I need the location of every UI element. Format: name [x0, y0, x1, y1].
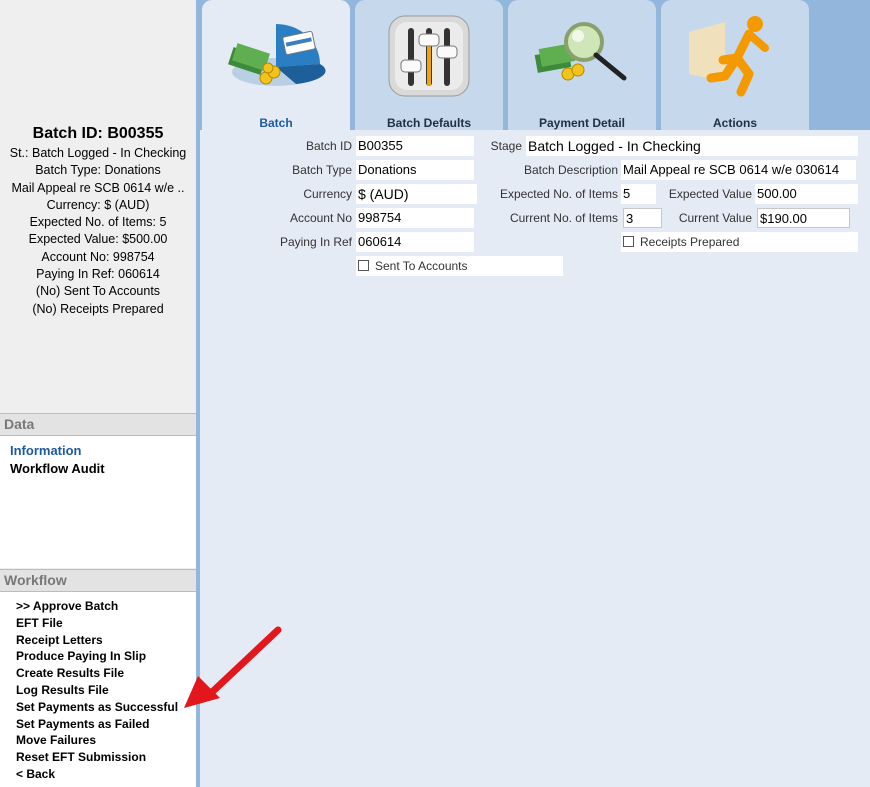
- expected-items-field[interactable]: 5: [621, 184, 656, 204]
- summary-paying-in-ref: Paying In Ref: 060614: [36, 267, 160, 282]
- summary-sent-to-accounts: (No) Sent To Accounts: [35, 284, 161, 299]
- workflow-reset-eft-submission[interactable]: Reset EFT Submission: [16, 749, 196, 766]
- tab-batch-label: Batch: [259, 116, 293, 130]
- sent-to-accounts-label: Sent To Accounts: [375, 259, 468, 273]
- current-items-label: Current No. of Items: [509, 211, 618, 225]
- batch-type-label: Batch Type: [292, 163, 352, 177]
- batch-id-label: Batch ID: [305, 139, 352, 153]
- workflow-back[interactable]: < Back: [16, 766, 196, 783]
- data-section: Information Workflow Audit: [0, 436, 196, 568]
- summary-account-no: Account No: 998754: [41, 249, 155, 264]
- expected-value-label: Expected Value: [668, 187, 752, 201]
- workflow-create-results-file[interactable]: Create Results File: [16, 665, 196, 682]
- currency-label: Currency: [303, 187, 352, 201]
- expected-value-field[interactable]: 500.00: [755, 184, 858, 204]
- summary-receipts-prepared: (No) Receipts Prepared: [32, 301, 164, 316]
- tab-batch-defaults-label: Batch Defaults: [386, 116, 472, 130]
- stage-label: Stage: [490, 139, 522, 153]
- summary-description: Mail Appeal re SCB 0614 w/e ..: [11, 180, 185, 195]
- paying-in-ref-field[interactable]: 060614: [356, 232, 474, 252]
- workflow-section-header: Workflow: [0, 569, 196, 592]
- workflow-set-payments-failed[interactable]: Set Payments as Failed: [16, 716, 196, 733]
- sent-to-accounts-checkbox[interactable]: [358, 260, 369, 271]
- expected-items-label: Expected No. of Items: [499, 187, 618, 201]
- sent-to-accounts-option[interactable]: Sent To Accounts: [356, 256, 563, 276]
- workflow-set-payments-successful[interactable]: Set Payments as Successful: [16, 699, 196, 716]
- summary-expected-value: Expected Value: $500.00: [28, 232, 168, 247]
- summary-expected-items: Expected No. of Items: 5: [29, 215, 167, 230]
- summary-stage: St.: Batch Logged - In Checking: [9, 146, 187, 160]
- tab-payment-detail-label: Payment Detail: [538, 116, 626, 130]
- summary-currency: Currency: $ (AUD): [46, 197, 150, 212]
- batch-summary: Batch ID: B00355 St.: Batch Logged - In …: [0, 124, 196, 318]
- current-value-field[interactable]: $190.00: [757, 208, 850, 228]
- batch-description-label: Batch Description: [523, 163, 618, 177]
- summary-batch-type: Batch Type: Donations: [35, 163, 161, 178]
- tab-actions[interactable]: Actions: [661, 0, 809, 130]
- workflow-produce-paying-in-slip[interactable]: Produce Paying In Slip: [16, 648, 196, 665]
- data-section-header: Data: [0, 413, 196, 436]
- nav-information[interactable]: Information: [10, 442, 196, 460]
- nav-workflow-audit[interactable]: Workflow Audit: [10, 460, 196, 478]
- account-no-label: Account No: [289, 211, 352, 225]
- batch-form: Batch ID B00355 Batch Type Donations Cur…: [200, 130, 870, 787]
- batch-summary-title: Batch ID: B00355: [32, 125, 164, 142]
- tab-bar: Batch Batch Defaults Payment Detail Acti…: [200, 0, 870, 140]
- current-items-field[interactable]: 3: [623, 208, 662, 228]
- receipts-prepared-label: Receipts Prepared: [640, 235, 740, 249]
- stage-field[interactable]: Batch Logged - In Checking: [526, 136, 858, 156]
- workflow-log-results-file[interactable]: Log Results File: [16, 682, 196, 699]
- current-value-label: Current Value: [678, 211, 752, 225]
- workflow-section: >> Approve Batch EFT File Receipt Letter…: [0, 592, 196, 787]
- workflow-move-failures[interactable]: Move Failures: [16, 732, 196, 749]
- sidebar: Batch ID: B00355 St.: Batch Logged - In …: [0, 0, 196, 787]
- red-annotation-arrow-icon: [184, 626, 282, 708]
- workflow-eft-file[interactable]: EFT File: [16, 615, 196, 632]
- tab-actions-label: Actions: [712, 116, 757, 130]
- paying-in-ref-label: Paying In Ref: [279, 235, 352, 249]
- receipts-prepared-checkbox[interactable]: [623, 236, 634, 247]
- receipts-prepared-option[interactable]: Receipts Prepared: [621, 232, 858, 252]
- tab-payment-detail[interactable]: Payment Detail: [508, 0, 656, 130]
- batch-description-field[interactable]: Mail Appeal re SCB 0614 w/e 030614: [621, 160, 856, 180]
- tab-batch-defaults[interactable]: Batch Defaults: [355, 0, 503, 130]
- tab-batch[interactable]: Batch: [202, 0, 350, 140]
- workflow-approve-batch[interactable]: >> Approve Batch: [16, 598, 196, 615]
- workflow-receipt-letters[interactable]: Receipt Letters: [16, 632, 196, 649]
